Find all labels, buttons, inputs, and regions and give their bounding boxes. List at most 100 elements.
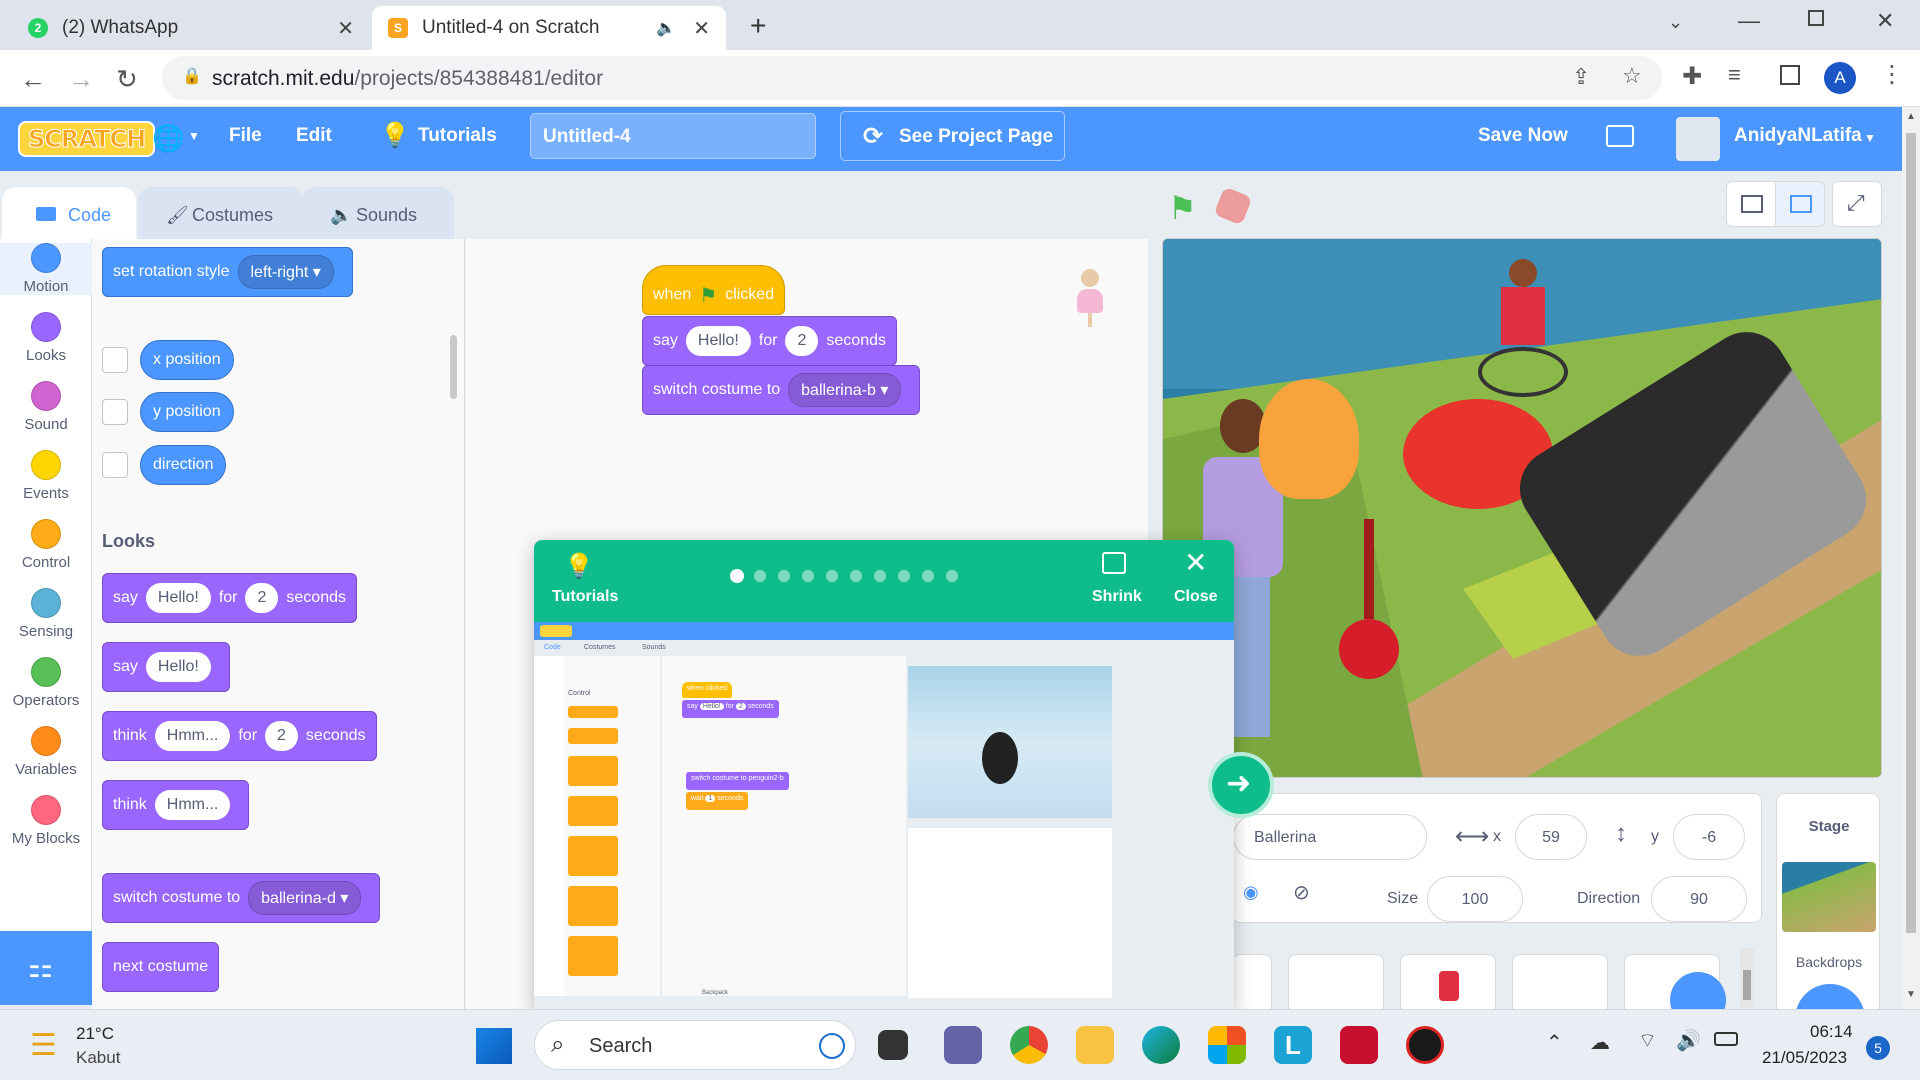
forward-icon[interactable]: → [68, 64, 94, 95]
progress-dot[interactable] [850, 570, 862, 582]
chevron-up-icon[interactable]: ⌃ [1546, 1030, 1563, 1055]
message-input[interactable]: Hello! [685, 326, 751, 356]
edge-icon[interactable] [1142, 1026, 1180, 1064]
language-globe-icon[interactable]: 🌐 [152, 123, 184, 154]
close-window-button[interactable]: ✕ [1876, 8, 1894, 34]
scroll-up-icon[interactable]: ▲ [1906, 111, 1916, 122]
progress-dot[interactable] [946, 570, 958, 582]
y-position-checkbox[interactable] [102, 399, 128, 425]
save-now-button[interactable]: Save Now [1478, 125, 1568, 147]
tab-scratch[interactable]: S Untitled-4 on Scratch 🔈 ✕ [372, 6, 726, 50]
close-tab-icon[interactable]: ✕ [337, 16, 354, 41]
direction-reporter[interactable]: direction [140, 445, 227, 485]
mcafee-icon[interactable] [1340, 1026, 1378, 1064]
page-scrollbar[interactable]: ▲ ▼ [1902, 107, 1920, 1009]
message-input[interactable]: Hello! [145, 583, 211, 613]
scroll-thumb[interactable] [1906, 133, 1916, 933]
set-rotation-style-block[interactable]: set rotation style left-right ▾ [102, 247, 353, 297]
globe-chevron-icon[interactable]: ▼ [188, 129, 200, 143]
sprite-tile[interactable] [1288, 954, 1384, 1014]
message-input[interactable]: Hmm... [154, 721, 231, 751]
costume-dropdown[interactable]: ballerina-d ▾ [248, 881, 362, 915]
notification-badge[interactable]: 5 [1866, 1036, 1890, 1060]
fullscreen-button[interactable]: ⤢ [1832, 181, 1882, 227]
volume-icon[interactable]: 🔊 [1676, 1028, 1701, 1053]
progress-dot[interactable] [898, 570, 910, 582]
seconds-input[interactable]: 2 [785, 326, 819, 356]
battery-icon[interactable] [1714, 1032, 1738, 1046]
tab-costumes[interactable]: 🖌 Costumes [138, 187, 304, 243]
username-menu[interactable]: AnidyaNLatifa [1734, 125, 1862, 147]
seconds-input[interactable]: 2 [245, 583, 279, 613]
reload-icon[interactable]: ↻ [116, 64, 138, 95]
x-input[interactable]: 59 [1515, 814, 1587, 860]
say-for-seconds-block[interactable]: say Hello! for 2 seconds [102, 573, 357, 623]
tab-sounds[interactable]: 🔈 Sounds [302, 187, 454, 243]
file-menu[interactable]: File [229, 125, 262, 147]
category-variables[interactable]: Variables [0, 726, 92, 778]
palette-scrollbar[interactable] [450, 335, 457, 399]
sprite-name-input[interactable]: Ballerina [1233, 814, 1427, 860]
next-costume-block[interactable]: next costume [102, 942, 220, 992]
my-stuff-folder-icon[interactable] [1606, 125, 1634, 147]
y-position-reporter[interactable]: y position [140, 392, 234, 432]
side-panel-icon[interactable] [1780, 65, 1800, 85]
restore-button[interactable] [1808, 10, 1824, 26]
task-view-icon[interactable] [878, 1030, 908, 1060]
scroll-down-icon[interactable]: ▼ [1906, 989, 1916, 1000]
user-chevron-icon[interactable]: ▼ [1864, 131, 1876, 145]
extensions-icon[interactable]: ✚ [1682, 62, 1702, 91]
profile-avatar[interactable]: A [1824, 62, 1856, 94]
stage-selector[interactable]: Stage Backdrops [1776, 793, 1880, 1024]
small-stage-button[interactable] [1726, 181, 1776, 227]
progress-dot[interactable] [778, 570, 790, 582]
speaker-icon[interactable]: 🔈 [656, 18, 676, 38]
backdrop-thumbnail[interactable] [1782, 862, 1876, 932]
hide-eye-icon[interactable]: ⊘ [1293, 880, 1310, 905]
scratch-logo[interactable]: SCRATCH [18, 121, 156, 157]
category-motion[interactable]: Motion [0, 243, 92, 295]
show-eye-icon[interactable]: ◉ [1243, 882, 1259, 903]
tutorial-card[interactable]: 💡 Tutorials Shrink ✕ Close Code Costumes… [534, 540, 1234, 1015]
media-icon[interactable]: ≡ [1728, 62, 1741, 88]
clock-time[interactable]: 06:14 [1810, 1022, 1853, 1042]
sprite-tile[interactable] [1512, 954, 1608, 1014]
think-block[interactable]: think Hmm... [102, 780, 250, 830]
avatar[interactable] [1676, 117, 1720, 161]
tutorials-menu[interactable]: Tutorials [418, 125, 497, 147]
teams-chat-icon[interactable] [944, 1026, 982, 1064]
category-control[interactable]: Control [0, 519, 92, 571]
normal-stage-button[interactable] [1775, 181, 1825, 227]
close-button[interactable]: Close [1174, 588, 1218, 606]
tab-whatsapp[interactable]: 2 (2) WhatsApp ✕ [12, 6, 370, 50]
y-input[interactable]: -6 [1673, 814, 1745, 860]
category-sensing[interactable]: Sensing [0, 588, 92, 640]
store-icon[interactable] [1208, 1026, 1246, 1064]
close-tab-icon[interactable]: ✕ [693, 16, 710, 41]
minimize-button[interactable]: — [1738, 8, 1760, 34]
category-operators[interactable]: Operators [0, 657, 92, 709]
clock-date[interactable]: 21/05/2023 [1762, 1048, 1847, 1068]
progress-dot[interactable] [754, 570, 766, 582]
share-icon[interactable]: ⇪ [1572, 64, 1590, 90]
taskbar-search[interactable]: ⌕ Search [534, 1020, 856, 1070]
progress-dot[interactable] [802, 570, 814, 582]
bookmark-star-icon[interactable]: ☆ [1622, 63, 1642, 89]
new-tab-button[interactable]: + [750, 10, 766, 42]
file-explorer-icon[interactable] [1076, 1026, 1114, 1064]
l-app-icon[interactable]: L [1274, 1026, 1312, 1064]
x-position-reporter[interactable]: x position [140, 340, 234, 380]
message-input[interactable]: Hello! [145, 652, 211, 682]
stage-canvas[interactable] [1162, 238, 1882, 778]
sprite-list-scroll-thumb[interactable] [1743, 970, 1751, 1000]
costume-dropdown[interactable]: ballerina-b ▾ [788, 373, 902, 407]
sprite-list-scrollbar[interactable] [1740, 948, 1754, 1008]
switch-costume-block[interactable]: switch costume to ballerina-b ▾ [642, 365, 921, 415]
edit-menu[interactable]: Edit [296, 125, 332, 147]
tutorial-next-button[interactable]: ➜ [1208, 752, 1274, 818]
when-flag-clicked-block[interactable]: when ⚑ clicked [642, 265, 786, 315]
progress-dot[interactable] [730, 569, 744, 583]
more-menu-icon[interactable]: ⋮ [1880, 60, 1904, 89]
direction-checkbox[interactable] [102, 452, 128, 478]
tab-code[interactable]: Code [2, 187, 136, 243]
